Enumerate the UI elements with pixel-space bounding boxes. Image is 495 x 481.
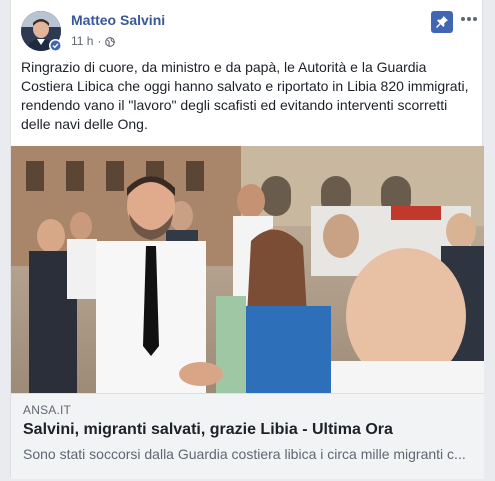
pin-icon[interactable] (431, 11, 453, 33)
link-title[interactable]: Salvini, migranti salvati, grazie Libia … (23, 421, 393, 439)
meta-separator: · (97, 34, 102, 48)
globe-icon[interactable] (105, 36, 116, 47)
post-timestamp[interactable]: 11 h (71, 34, 93, 48)
post-body-text: Ringrazio di cuore, da ministro e da pap… (21, 59, 469, 132)
link-domain: ANSA.IT (23, 403, 72, 417)
post-photo[interactable] (11, 146, 484, 393)
link-description: Sono stati soccorsi dalla Guardia costie… (23, 446, 466, 462)
author-name-link[interactable]: Matteo Salvini (71, 12, 165, 28)
verified-badge-icon (49, 39, 62, 52)
post-meta: 11 h · (71, 34, 116, 48)
post-card: Matteo Salvini 11 h · Ringrazio di cuore… (10, 0, 484, 479)
link-preview[interactable]: ANSA.IT Salvini, migranti salvati, grazi… (11, 393, 484, 479)
more-options-icon[interactable] (459, 11, 479, 27)
